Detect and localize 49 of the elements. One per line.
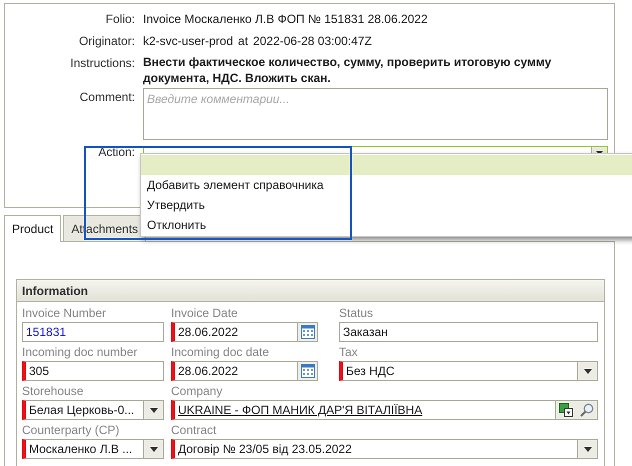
field-label: Folio: [104,11,135,28]
field-label: Incoming doc number [22,344,138,361]
field-value: 28.06.2022 [177,324,240,341]
list-icon[interactable] [559,403,574,417]
dropdown-field[interactable]: Без НДС [339,361,598,381]
field-label: Originator: [78,33,135,50]
field-label: Company [171,383,224,400]
field-value: 28.06.2022 [177,363,240,380]
field-label: Storehouse [22,383,84,400]
dropdown-field[interactable]: Белая Церковь-0... [22,400,164,420]
originator-text: k2-svc-user-prod [143,33,234,50]
caret-icon[interactable] [150,408,158,412]
group-title: Information [22,282,88,300]
field-value: Москаленко Л.В ... [28,441,134,458]
field-value: Договір № 23/05 від 23.05.2022 [177,441,353,458]
field-label: Action: [97,144,135,161]
at-text: at [238,33,248,50]
calendar-icon[interactable] [300,364,314,378]
tab[interactable]: Product [4,215,62,242]
field-label: Contract [171,422,218,439]
field-label: Status [339,305,374,322]
field-label: Invoice Number [22,305,108,322]
instructions-text: Внести фактическое количество, сумму, проверить итоговую сумму документа, НДС. Вложить скан. [143,54,552,86]
field-label: Tax [339,344,359,361]
input-field[interactable]: 305 [22,361,164,381]
dropdown-field[interactable]: Москаленко Л.В ... [22,439,164,459]
date-field[interactable]: 28.06.2022 [171,361,318,381]
field-label: Instructions: [69,55,135,72]
field-label: Comment: [78,89,135,106]
date-field[interactable]: 28.06.2022 [171,322,318,342]
input-field[interactable]: 151831 [22,322,164,342]
comment-field[interactable]: Введите комментарии... [143,88,608,140]
calendar-icon[interactable] [300,325,314,339]
field-value: UKRAINE - ФОП МАНИК ДАР'Я ВІТАЛІЇВНА [177,402,424,419]
field-label: Counterparty (CP) [22,422,120,439]
dropdown-field[interactable]: Договір № 23/05 від 23.05.2022 [171,439,598,459]
field-label: Incoming doc date [171,344,270,361]
input-field[interactable]: Заказан [339,322,598,342]
caret-icon[interactable] [150,446,158,452]
field-value: Белая Церковь-0... [28,402,136,419]
field-label: Invoice Date [171,305,239,322]
field-value: 305 [28,363,50,380]
caret-icon[interactable] [584,446,592,452]
field-value: Без НДС [345,363,396,380]
caret-icon[interactable] [584,368,592,374]
lookup-field[interactable]: UKRAINE - ФОП МАНИК ДАР'Я ВІТАЛІЇВНА [171,400,598,420]
timestamp-text: 2022-06-28 03:00:47Z [253,33,372,50]
folio-text: Invoice Москаленко Л.В ФОП № 151831 28.06.2022 [143,11,429,28]
search-icon[interactable] [580,403,594,417]
